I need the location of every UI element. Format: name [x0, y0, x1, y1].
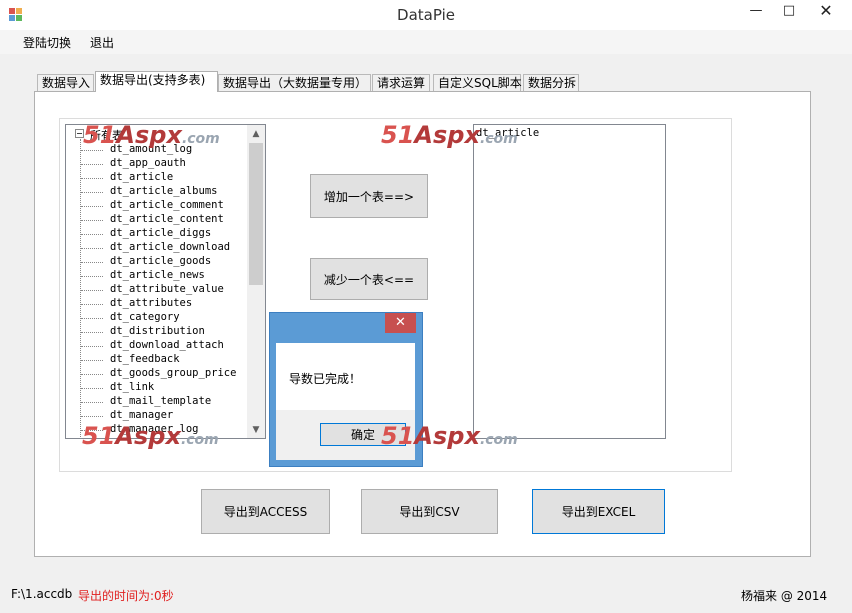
remove-table-button[interactable]: 减少一个表<==	[310, 258, 428, 300]
minimize-button[interactable]: —	[741, 0, 771, 24]
tree-connector-line	[81, 318, 103, 319]
close-button[interactable]: ✕	[808, 0, 844, 24]
tab-data-import[interactable]: 数据导入	[37, 74, 94, 91]
menu-item-exit[interactable]: 退出	[90, 34, 114, 51]
table-tree[interactable]: 所有表 dt_amount_log dt_app_oauth dt_articled…	[65, 124, 266, 439]
tree-connector-line	[81, 234, 103, 235]
tab-data-export-multi[interactable]: 数据导出(支持多表)	[95, 71, 218, 92]
dialog-close-icon[interactable]: ✕	[385, 313, 416, 333]
tree-item[interactable]: dt_feedback	[110, 353, 180, 365]
tree-item[interactable]: dt_link	[110, 381, 154, 393]
tree-item[interactable]: dt_article_diggs	[110, 227, 211, 239]
export-csv-button[interactable]: 导出到CSV	[361, 489, 498, 534]
tree-root-node[interactable]: 所有表	[90, 127, 123, 143]
selected-table-list[interactable]: dt_article	[473, 124, 666, 439]
tree-item[interactable]: dt_app_oauth	[110, 157, 186, 169]
menu-item-login-switch[interactable]: 登陆切换	[23, 34, 71, 51]
tree-connector-line	[81, 430, 103, 431]
tree-item[interactable]: dt_mail_template	[110, 395, 211, 407]
dialog-ok-button[interactable]: 确定	[320, 423, 406, 446]
export-excel-button[interactable]: 导出到EXCEL	[532, 489, 665, 534]
status-author: 杨福来 @ 2014	[741, 589, 828, 603]
tree-item[interactable]: dt_article_goods	[110, 255, 211, 267]
tree-item[interactable]: dt_download_attach	[110, 339, 224, 351]
tree-item[interactable]: dt_goods_group_price	[110, 367, 236, 379]
tab-custom-sql[interactable]: 自定义SQL脚本	[433, 74, 522, 91]
tab-data-split[interactable]: 数据分拆	[523, 74, 579, 91]
tree-connector-line	[81, 374, 103, 375]
tree-item[interactable]: dt_category	[110, 311, 180, 323]
tree-item[interactable]: dt_article_comment	[110, 199, 224, 211]
tree-connector-line	[81, 304, 103, 305]
maximize-button[interactable]: □	[774, 0, 804, 24]
tab-request-calc[interactable]: 请求运算	[372, 74, 430, 91]
tree-item[interactable]: dt_amount_log	[110, 143, 192, 155]
tree-connector-line	[81, 150, 103, 151]
tree-item[interactable]: dt_article_download	[110, 241, 230, 253]
dialog-message: 导数已完成！	[289, 372, 362, 386]
scroll-down-icon[interactable]: ▼	[247, 422, 265, 438]
add-table-button[interactable]: 增加一个表==>	[310, 174, 428, 218]
tree-item[interactable]: dt_article_albums	[110, 185, 217, 197]
tree-item[interactable]: dt_article_news	[110, 269, 205, 281]
tab-data-export-large[interactable]: 数据导出（大数据量专用）	[218, 74, 371, 91]
tree-item[interactable]: dt_attribute_value	[110, 283, 224, 295]
tree-item[interactable]: dt_article_content	[110, 213, 224, 225]
tree-item[interactable]: dt_manager_log	[110, 423, 199, 435]
tree-connector-line	[81, 178, 103, 179]
tree-connector-line	[81, 220, 103, 221]
window-title: DataPie	[397, 6, 455, 24]
tree-item[interactable]: dt_manager	[110, 409, 173, 421]
tree-connector-line	[81, 346, 103, 347]
tree-connector-line	[81, 248, 103, 249]
list-item[interactable]: dt_article	[476, 127, 539, 139]
tree-connector-line	[81, 402, 103, 403]
scroll-up-icon[interactable]: ▲	[247, 126, 265, 142]
tree-connector-line	[81, 332, 103, 333]
tree-connector-line	[81, 206, 103, 207]
tree-connector-line	[80, 139, 81, 438]
status-export-time: 导出的时间为:0秒	[78, 589, 174, 603]
tree-connector-line	[81, 276, 103, 277]
tree-item[interactable]: dt_article	[110, 171, 173, 183]
tree-connector-line	[81, 388, 103, 389]
tree-item[interactable]: dt_attributes	[110, 297, 192, 309]
tree-connector-line	[81, 164, 103, 165]
menu-bar	[0, 30, 852, 54]
collapse-icon[interactable]	[75, 129, 84, 138]
tree-connector-line	[81, 192, 103, 193]
export-access-button[interactable]: 导出到ACCESS	[201, 489, 330, 534]
tree-item[interactable]: dt_distribution	[110, 325, 205, 337]
tree-connector-line	[81, 262, 103, 263]
tree-connector-line	[81, 416, 103, 417]
scrollbar-thumb[interactable]	[249, 143, 263, 285]
tree-connector-line	[81, 290, 103, 291]
tree-connector-line	[81, 360, 103, 361]
status-file-path: F:\1.accdb	[11, 587, 73, 601]
